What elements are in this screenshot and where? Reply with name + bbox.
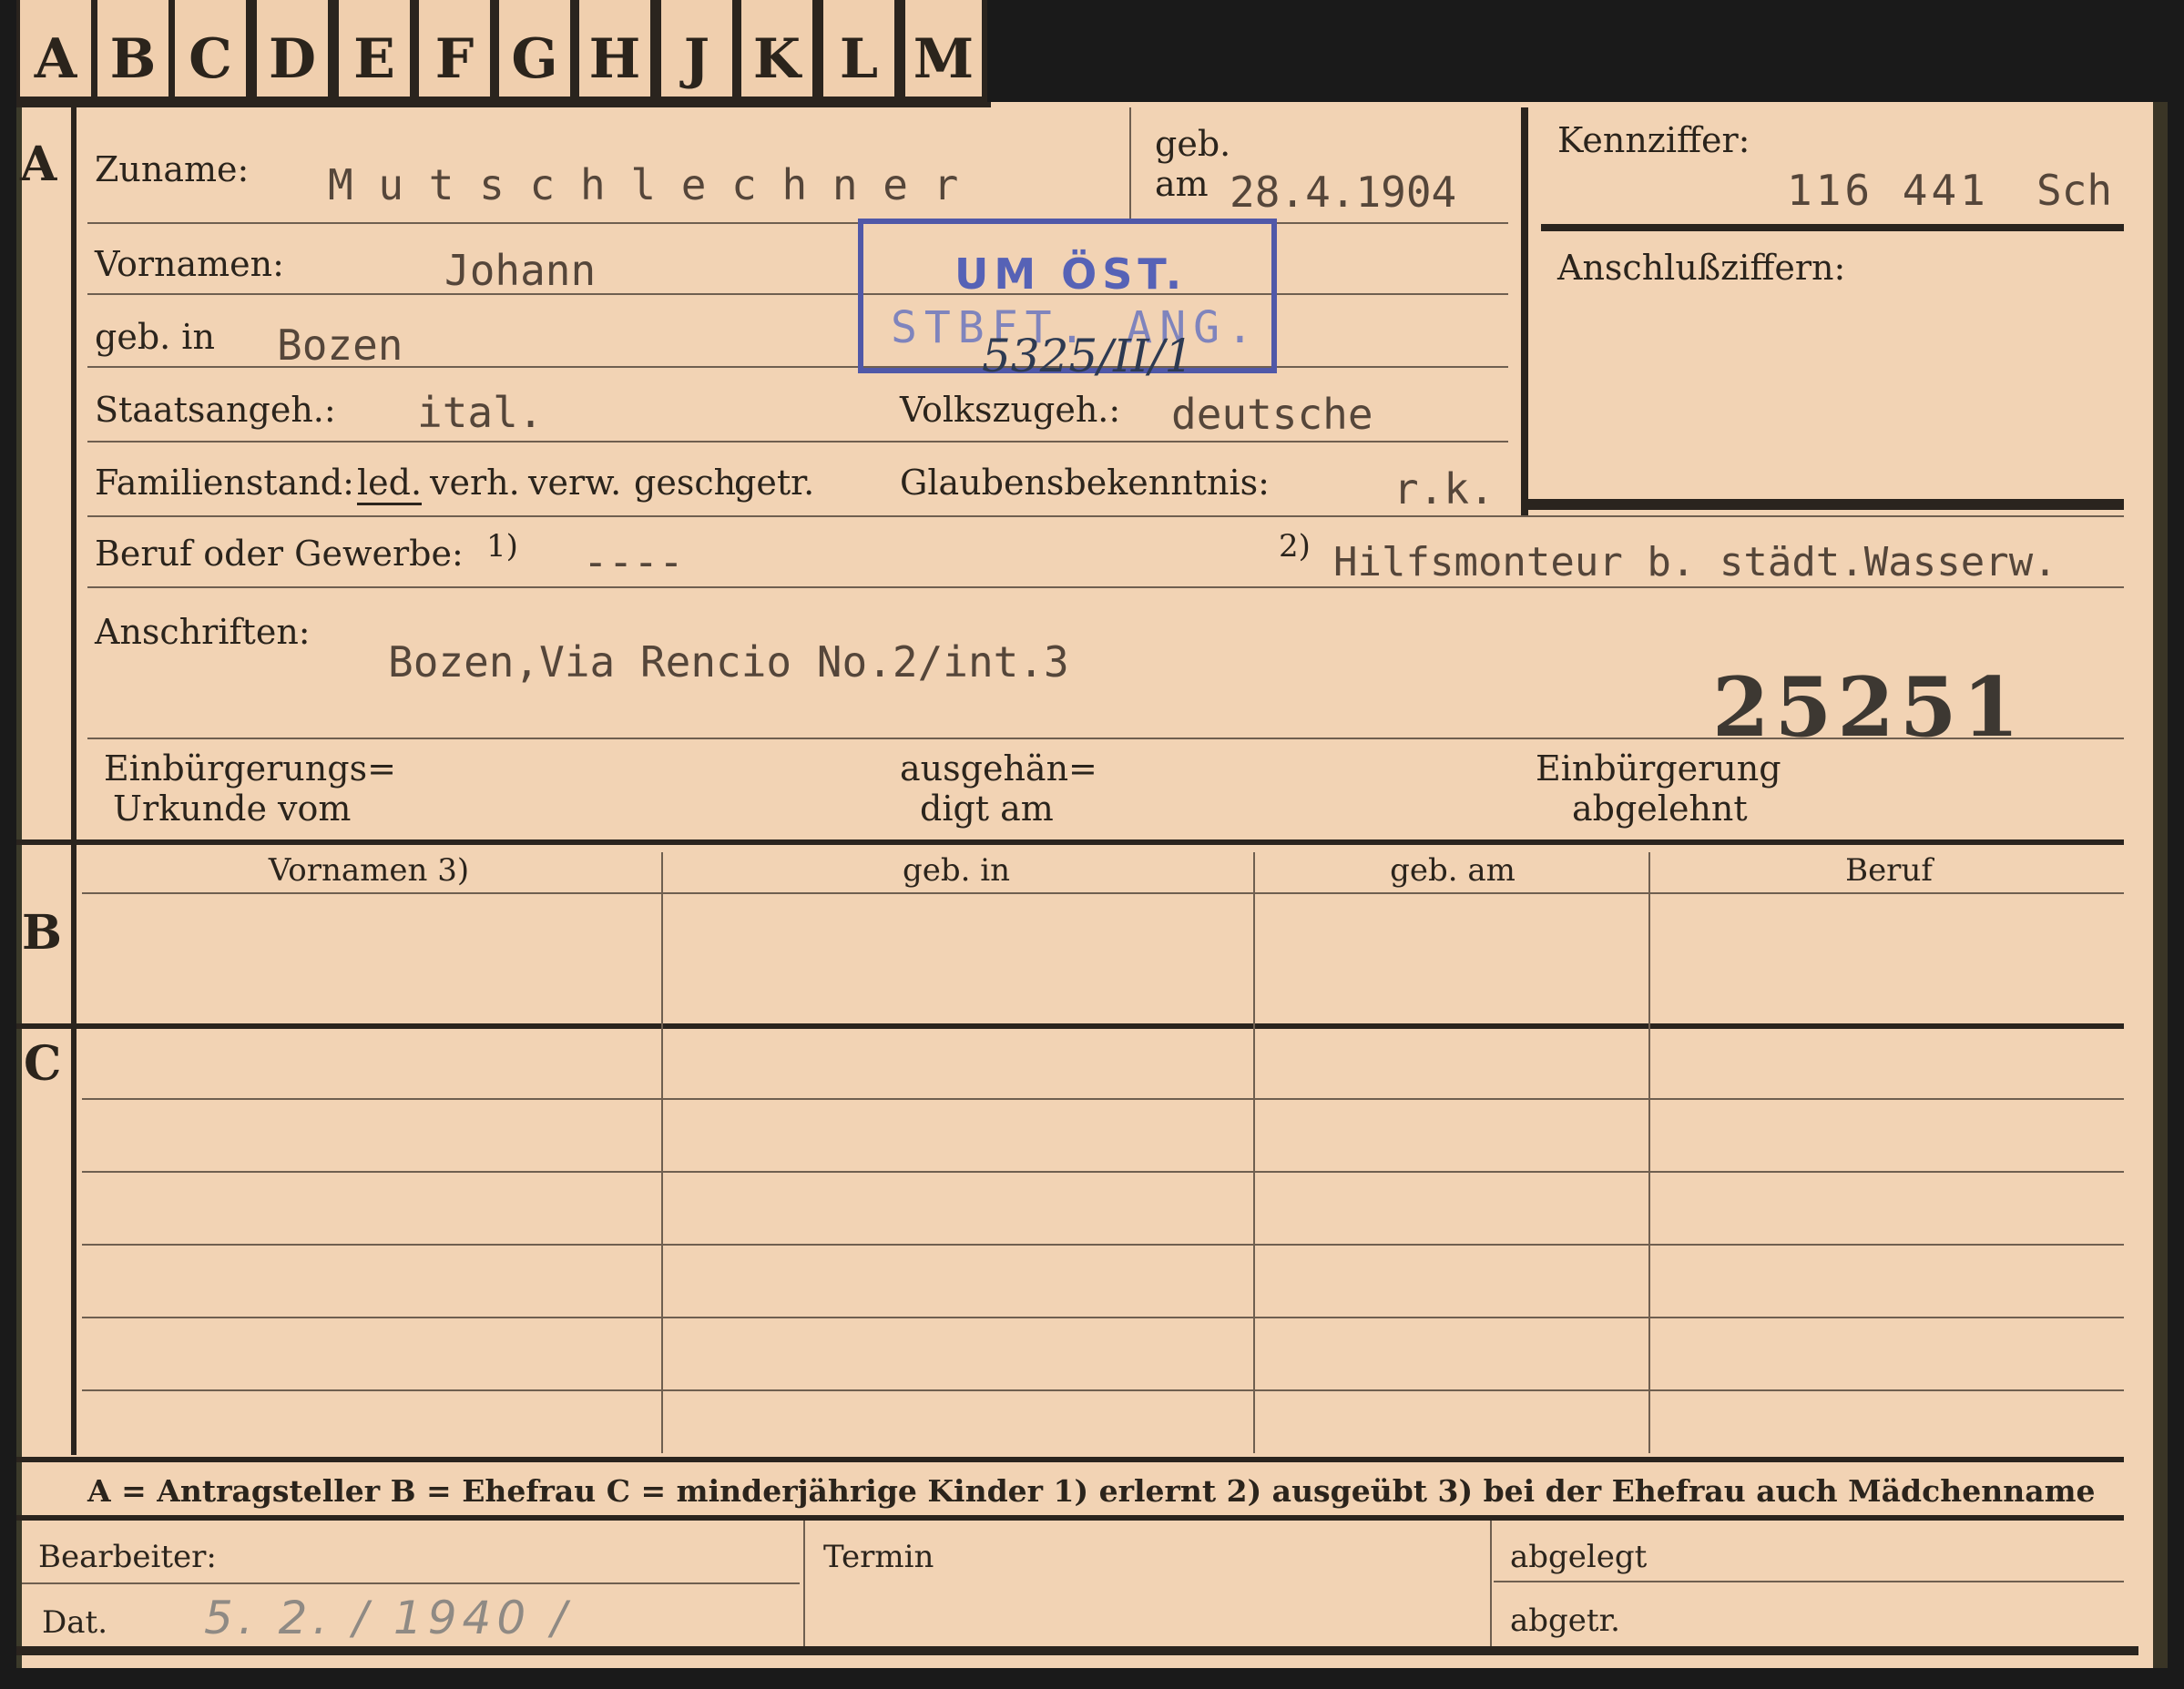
bearbeiter-label: Bearbeiter: [38, 1539, 217, 1575]
footer-rule-right [1494, 1581, 2124, 1582]
staat-value: ital. [417, 388, 544, 437]
registration-number: 25251 [1712, 659, 2026, 756]
tab-k[interactable]: K [741, 0, 816, 100]
ausgehaendigt-line2: digt am [920, 789, 1054, 829]
geb-date-value: 28.4.1904 [1230, 168, 1457, 217]
section-column-rule [71, 107, 77, 1455]
tab-j[interactable]: J [661, 0, 736, 100]
glauben-label: Glaubensbekenntnis: [900, 463, 1270, 503]
page: A B C D E F G H J K L M A B C Kennziffer… [0, 0, 2184, 1689]
beruf-value-1: ---- [583, 537, 684, 586]
children-row-rule-4 [82, 1317, 2124, 1318]
footer-divider-2 [1490, 1521, 1492, 1648]
tab-m[interactable]: M [905, 0, 985, 100]
einb-abgelehnt-line1: Einbürgerung [1536, 748, 1781, 789]
geb-label: geb. [1155, 124, 1231, 164]
zuname-label: Zuname: [95, 149, 250, 189]
stamp-line-1: UM ÖST. [954, 249, 1188, 299]
gebin-label: geb. in [95, 317, 215, 357]
legend-text: A = Antragsteller B = Ehefrau C = minder… [87, 1473, 2096, 1509]
table-header-gebam: geb. am [1390, 852, 1516, 889]
ausgehaendigt-line1: ausgehän= [900, 748, 1097, 789]
kennziffer-value: 116 441 [1787, 166, 1989, 215]
card-top-rule [16, 102, 991, 107]
table-col-divider-2 [1253, 852, 1255, 1453]
dat-label: Dat. [42, 1604, 108, 1641]
staat-label: Staatsangeh.: [95, 390, 336, 430]
tab-e[interactable]: E [339, 0, 413, 100]
tab-a[interactable]: A [20, 0, 95, 100]
beruf-value-2: Hilfsmonteur b. städt.Wasserw. [1333, 539, 2057, 585]
zuname-divider [1129, 107, 1131, 220]
tab-h[interactable]: H [579, 0, 654, 100]
tab-l[interactable]: L [823, 0, 898, 100]
row-rule-6 [87, 586, 2124, 588]
tab-f[interactable]: F [419, 0, 494, 100]
vornamen-label: Vornamen: [95, 244, 284, 284]
table-col-divider-1 [661, 852, 663, 1453]
familienstand-label: Familienstand: [95, 463, 354, 503]
beruf-footnote-1: 1) [486, 528, 518, 565]
familienstand-option-verw: verw. [528, 463, 622, 503]
tab-g[interactable]: G [499, 0, 574, 100]
card-bottom-rule [16, 1646, 2138, 1655]
beruf-label: Beruf oder Gewerbe: [95, 534, 464, 574]
kennziffer-box-bottom [1521, 499, 2124, 510]
familienstand-option-verh: verh. [430, 463, 520, 503]
anschrift-label: Anschriften: [95, 612, 311, 652]
table-header-rule [82, 892, 2124, 894]
zuname-value: M u t s c h l e c h n e r [328, 160, 959, 209]
table-header-beruf: Beruf [1845, 852, 1933, 889]
familienstand-option-gesch: gesch. [634, 463, 748, 503]
volk-label: Volkszugeh.: [900, 390, 1121, 430]
kennziffer-label: Kennziffer: [1557, 120, 1750, 160]
row-rule-4 [87, 441, 1508, 443]
legend-bottom-rule [16, 1515, 2124, 1521]
row-rule-1 [87, 222, 1508, 224]
kennziffer-divider [1541, 224, 2124, 231]
children-row-rule-2 [82, 1171, 2124, 1173]
tab-b[interactable]: B [97, 0, 172, 100]
children-row-rule-3 [82, 1244, 2124, 1246]
tab-d[interactable]: D [257, 0, 332, 100]
vornamen-value: Johann [444, 246, 597, 295]
gebin-value: Bozen [277, 321, 403, 370]
beruf-footnote-2: 2) [1279, 528, 1311, 565]
section-b-rule [16, 839, 2124, 845]
row-rule-2 [87, 293, 1508, 295]
section-a-label: A [20, 137, 57, 192]
section-b-label: B [22, 905, 62, 961]
footer-divider-1 [803, 1521, 805, 1648]
legend-top-rule [16, 1457, 2124, 1462]
stamp-handwritten-number: 5325/II/1 [982, 330, 1194, 382]
anschluss-label: Anschlußziffern: [1557, 248, 1846, 288]
am-label: am [1155, 164, 1209, 204]
volk-value: deutsche [1171, 390, 1373, 439]
familienstand-option-getr: getr. [734, 463, 815, 503]
einb-abgelehnt-line2: abgelehnt [1572, 789, 1748, 829]
row-rule-3 [87, 366, 1508, 368]
abgetr-label: abgetr. [1510, 1603, 1620, 1639]
kennziffer-suffix: Sch [2036, 166, 2113, 215]
table-header-vornamen: Vornamen 3) [268, 852, 470, 889]
dat-value: 5. 2. / 1940 / [204, 1592, 572, 1644]
table-header-gebin: geb. in [902, 852, 1011, 889]
glauben-value: r.k. [1393, 464, 1495, 514]
einb-urkunde-line1: Einbürgerungs= [104, 748, 396, 789]
children-row-rule-5 [82, 1389, 2124, 1391]
kennziffer-box-left [1521, 107, 1528, 515]
anschrift-value: Bozen,Via Rencio No.2/int.3 [388, 637, 1069, 687]
abgelegt-label: abgelegt [1510, 1539, 1648, 1575]
section-c-label: C [24, 1036, 62, 1092]
children-row-rule-1 [82, 1098, 2124, 1100]
footer-rule-left [22, 1582, 800, 1584]
section-c-rule [16, 1023, 2124, 1029]
termin-label: Termin [823, 1539, 934, 1575]
familienstand-option-ledig: led. [357, 463, 423, 505]
tab-c[interactable]: C [175, 0, 250, 100]
row-rule-5 [87, 515, 2124, 517]
einb-urkunde-line2: Urkunde vom [113, 789, 352, 829]
row-rule-7 [87, 738, 2124, 739]
table-col-divider-3 [1648, 852, 1650, 1453]
